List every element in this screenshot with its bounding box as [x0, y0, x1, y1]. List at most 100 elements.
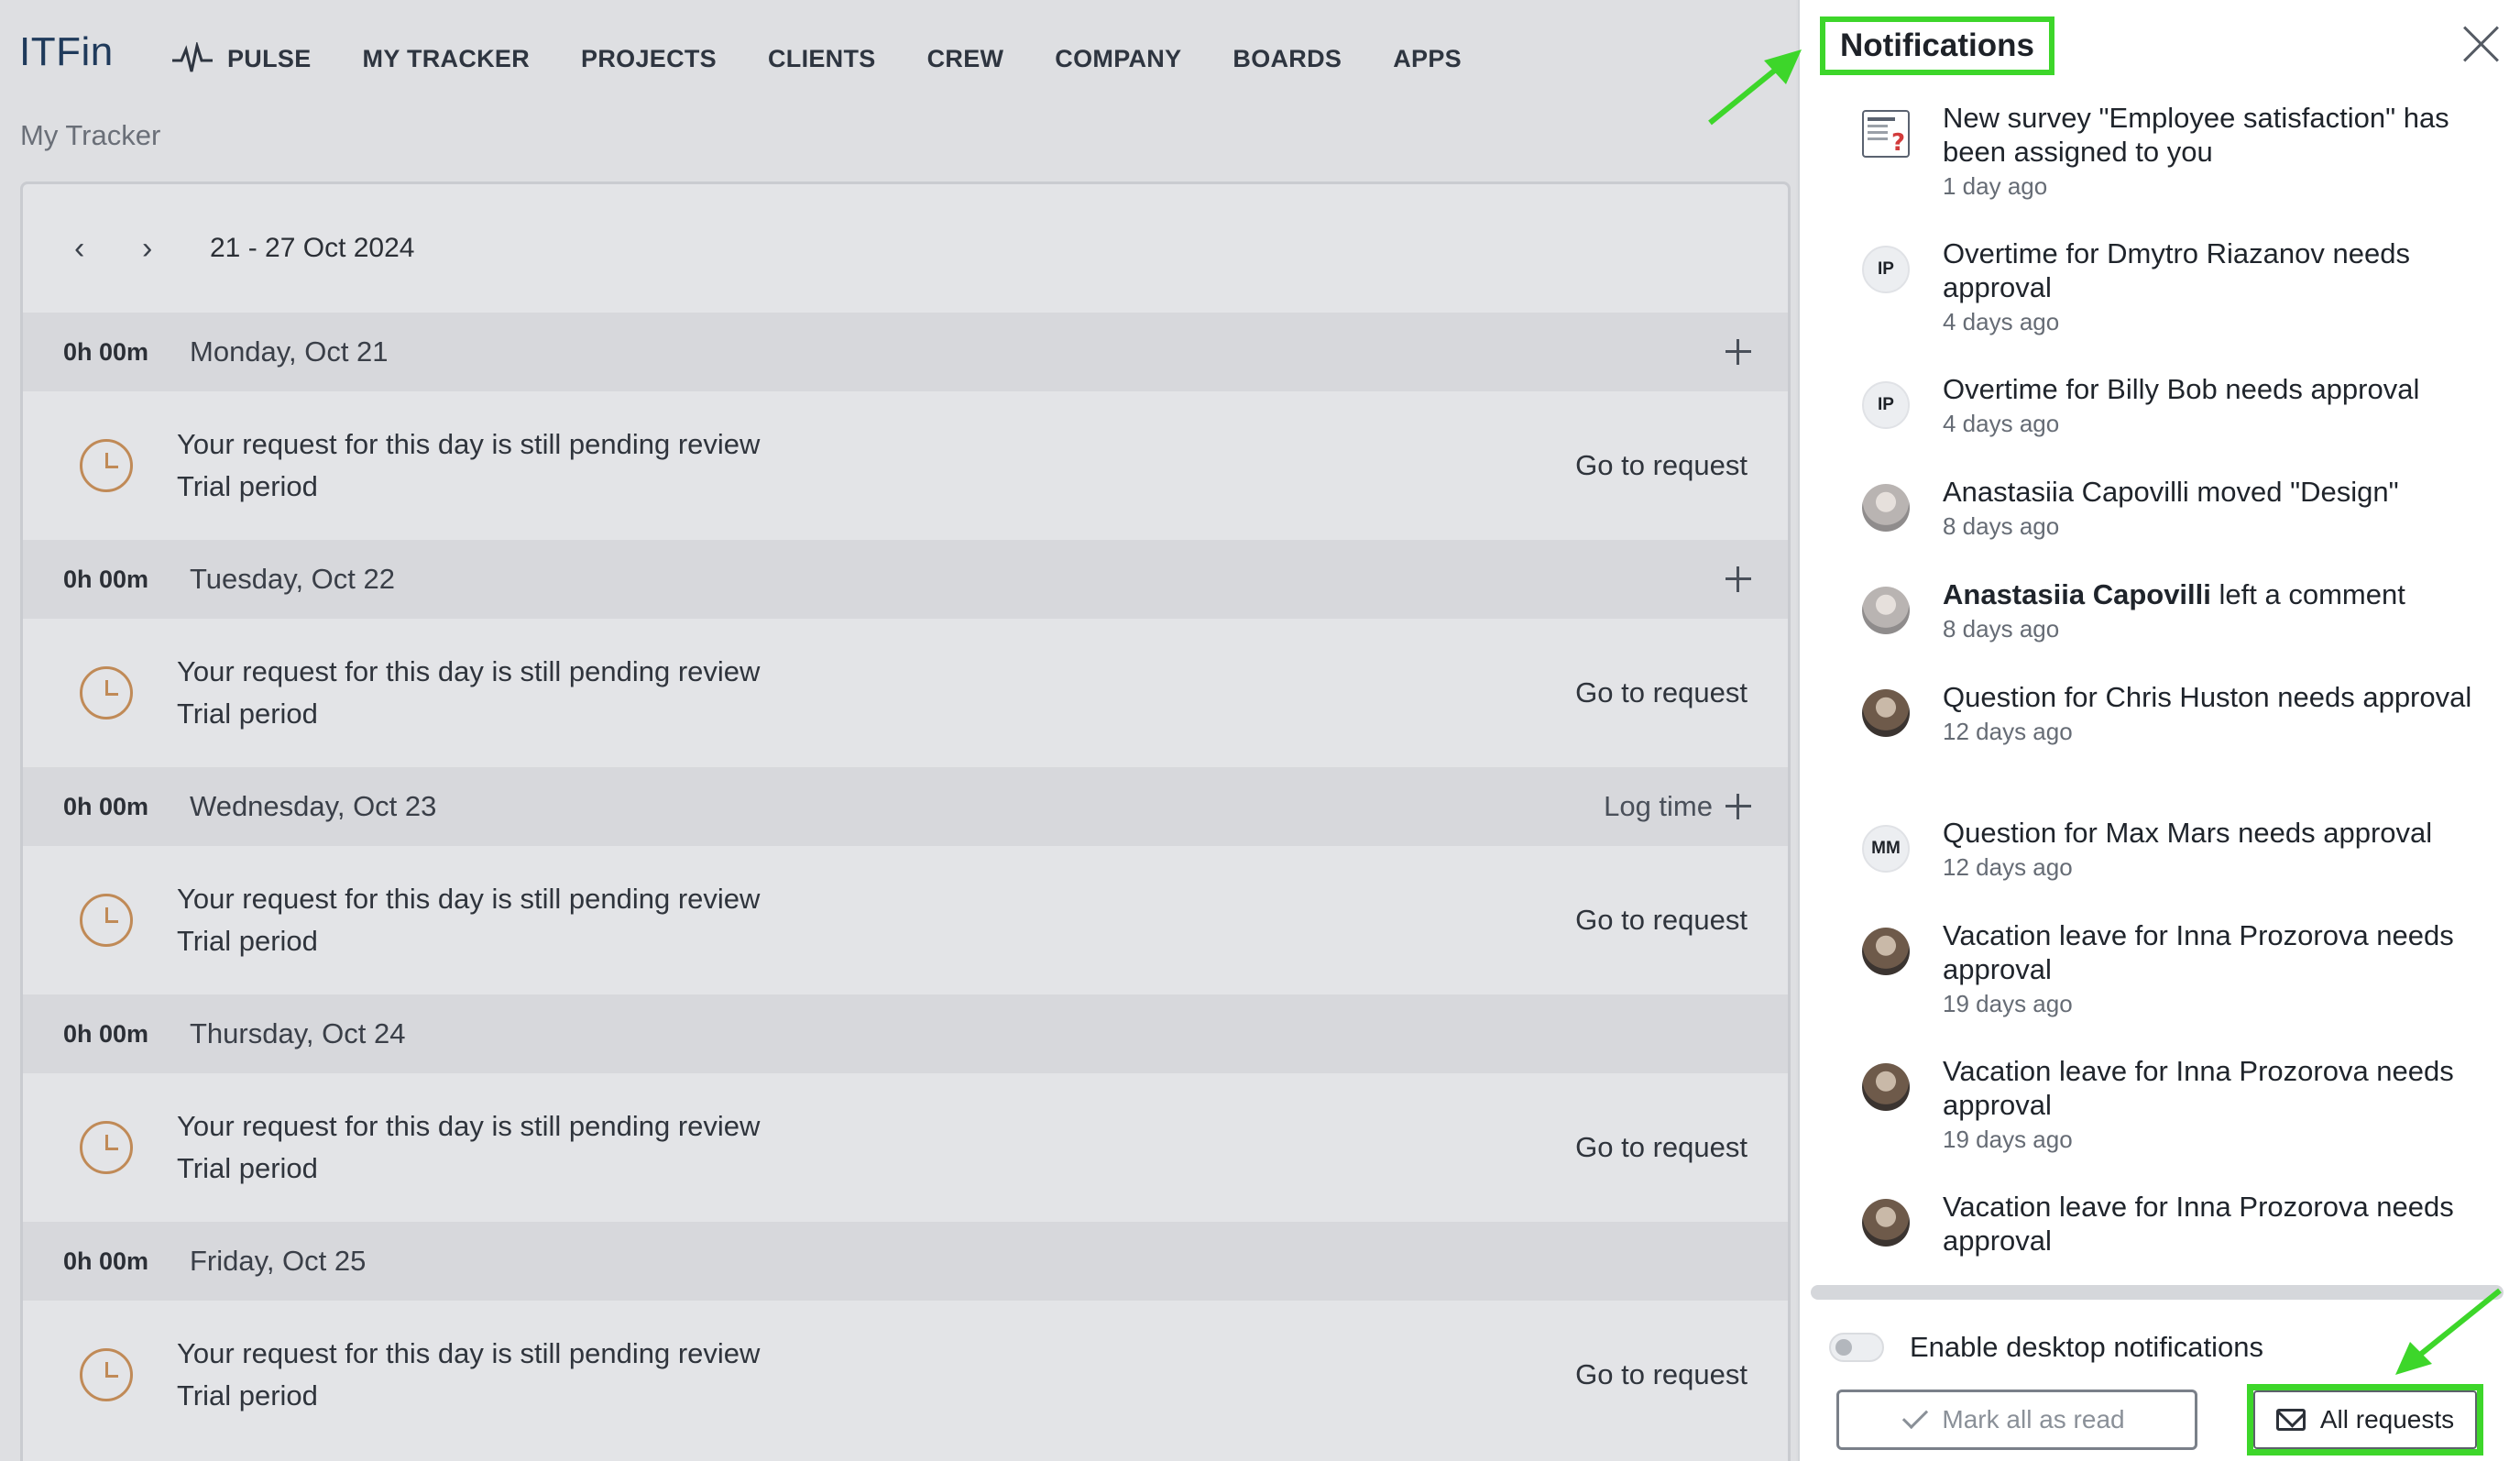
go-to-request-link[interactable]: Go to request [1575, 1358, 1748, 1391]
notification-body: Overtime for Dmytro Riazanov needs appro… [1943, 236, 2483, 372]
notification-author: Anastasiia Capovilli [1943, 578, 2211, 610]
nav-item-clients[interactable]: CLIENTS [768, 45, 876, 73]
notification-item[interactable]: MM Question for Max Mars needs approval 12… [1800, 816, 2520, 918]
envelope-icon [2275, 1409, 2306, 1431]
pending-message: Your request for this day is still pendi… [177, 878, 760, 962]
avatar [1862, 1063, 1910, 1111]
day-total: 0h 00m [63, 337, 149, 366]
top-navigation: ITFin PULSE MY TRACKER PROJECTS CLIENTS … [0, 0, 1796, 119]
svg-text:?: ? [1891, 129, 1905, 156]
nav-item-apps[interactable]: APPS [1393, 45, 1462, 73]
notification-item[interactable]: IP Overtime for Billy Bob needs approval 4… [1800, 372, 2520, 475]
pending-text: Your request for this day is still pendi… [177, 428, 761, 460]
day-pending-request: Your request for this day is still pendi… [23, 1073, 1788, 1222]
pending-message: Your request for this day is still pendi… [177, 1105, 760, 1190]
tracker-card: ‹ › 21 - 27 Oct 2024 0h 00m Monday, Oct 2… [20, 181, 1791, 1461]
day-total: 0h 00m [63, 565, 149, 593]
checkmark-icon [1902, 1402, 1929, 1430]
mark-all-read-button[interactable]: Mark all as read [1836, 1390, 2197, 1450]
close-icon[interactable] [2461, 24, 2502, 64]
notification-list: ? New survey "Employee satisfaction" has … [1800, 101, 2520, 1274]
day-total: 0h 00m [63, 1019, 149, 1048]
day-name: Tuesday, Oct 22 [190, 563, 395, 595]
chevron-left-icon[interactable]: ‹ [74, 233, 142, 264]
day-list: 0h 00m Monday, Oct 21 Your request for thi… [23, 313, 1788, 1449]
go-to-request-link[interactable]: Go to request [1575, 904, 1748, 937]
notification-item[interactable]: ? New survey "Employee satisfaction" has … [1800, 101, 2520, 236]
day-header: 0h 00m Thursday, Oct 24 [23, 994, 1788, 1073]
notification-body: Vacation leave for Inna Prozorova needs … [1943, 1054, 2483, 1190]
log-time-button[interactable] [1713, 339, 1751, 365]
notification-body: Question for Max Mars needs approval 12 d… [1943, 816, 2483, 918]
notification-item[interactable]: Question for Chris Huston needs approval… [1800, 680, 2520, 816]
notification-title: Vacation leave for Inna Prozorova needs … [1943, 1055, 2454, 1121]
desktop-notifications-label: Enable desktop notifications [1910, 1331, 2264, 1363]
pending-text: Your request for this day is still pendi… [177, 655, 761, 687]
notification-item[interactable]: Vacation leave for Inna Prozorova needs … [1800, 1054, 2520, 1190]
day-name: Wednesday, Oct 23 [190, 790, 437, 822]
pending-reason: Trial period [177, 1379, 318, 1412]
notifications-panel: Notifications ? New survey "Employee sati… [1798, 0, 2520, 1461]
log-time-label: Log time [1604, 790, 1713, 822]
clock-icon [80, 894, 133, 947]
log-time-button[interactable]: Log time [1604, 790, 1751, 823]
notification-title: Anastasiia Capovilli left a comment [1943, 577, 2483, 611]
nav-item-pulse[interactable]: PULSE [172, 42, 312, 75]
notification-time: 1 day ago [1943, 172, 2048, 200]
nav-item-projects[interactable]: PROJECTS [581, 45, 717, 73]
all-requests-button[interactable]: All requests [2253, 1390, 2477, 1449]
notification-body: Vacation leave for Inna Prozorova needs … [1943, 1190, 2483, 1274]
pending-text: Your request for this day is still pendi… [177, 1337, 761, 1369]
log-time-button[interactable] [1713, 566, 1751, 592]
all-requests-highlight: All requests [2247, 1384, 2483, 1456]
notification-item[interactable]: Anastasiia Capovilli moved "Design" 8 day… [1800, 475, 2520, 577]
notification-body: Anastasiia Capovilli moved "Design" 8 day… [1943, 475, 2483, 577]
avatar [1862, 587, 1910, 634]
avatar [1862, 1199, 1910, 1247]
notification-body: Question for Chris Huston needs approval… [1943, 680, 2483, 816]
nav-item-my-tracker[interactable]: MY TRACKER [363, 45, 531, 73]
week-navigator: ‹ › 21 - 27 Oct 2024 [23, 184, 1788, 313]
nav-item-crew[interactable]: CREW [927, 45, 1004, 73]
avatar: IP [1862, 246, 1910, 293]
avatar [1862, 928, 1910, 975]
day-pending-request: Your request for this day is still pendi… [23, 1301, 1788, 1449]
notification-body: Overtime for Billy Bob needs approval 4 d… [1943, 372, 2483, 475]
avatar: IP [1862, 381, 1910, 429]
notification-time: 8 days ago [1943, 512, 2060, 540]
go-to-request-link[interactable]: Go to request [1575, 1131, 1748, 1164]
day-header: 0h 00m Tuesday, Oct 22 [23, 540, 1788, 619]
notification-item[interactable]: IP Overtime for Dmytro Riazanov needs app… [1800, 236, 2520, 372]
pulse-icon [172, 42, 213, 72]
day-total: 0h 00m [63, 792, 149, 820]
notification-item[interactable]: Vacation leave for Inna Prozorova needs … [1800, 1190, 2520, 1274]
notification-title: Question for Chris Huston needs approval [1943, 681, 2472, 713]
day-name: Thursday, Oct 24 [190, 1017, 406, 1049]
main-app: ITFin PULSE MY TRACKER PROJECTS CLIENTS … [0, 0, 1796, 1461]
app-logo[interactable]: ITFin [19, 29, 114, 75]
plus-icon [1726, 339, 1751, 365]
plus-icon [1726, 794, 1751, 819]
notification-body: Vacation leave for Inna Prozorova needs … [1943, 918, 2483, 1054]
notification-title: Question for Max Mars needs approval [1943, 817, 2433, 849]
pending-message: Your request for this day is still pendi… [177, 423, 760, 508]
notification-item[interactable]: Vacation leave for Inna Prozorova needs … [1800, 918, 2520, 1054]
plus-icon [1726, 566, 1751, 592]
notification-item[interactable]: Anastasiia Capovilli left a comment 8 day… [1800, 577, 2520, 680]
desktop-notifications-toggle[interactable] [1829, 1333, 1884, 1362]
avatar-initials: IP [1878, 259, 1894, 279]
go-to-request-link[interactable]: Go to request [1575, 676, 1748, 709]
clock-icon [80, 1348, 133, 1401]
notification-time: 19 days ago [1943, 990, 2073, 1017]
go-to-request-link[interactable]: Go to request [1575, 449, 1748, 482]
week-range: 21 - 27 Oct 2024 [210, 233, 415, 263]
mark-all-read-label: Mark all as read [1942, 1405, 2125, 1434]
chevron-right-icon[interactable]: › [142, 233, 210, 264]
pending-reason: Trial period [177, 1152, 318, 1184]
day-pending-request: Your request for this day is still pendi… [23, 846, 1788, 994]
horizontal-scrollbar[interactable] [1811, 1285, 2504, 1300]
notification-title: New survey "Employee satisfaction" has b… [1943, 102, 2449, 168]
nav-item-company[interactable]: COMPANY [1055, 45, 1181, 73]
pending-reason: Trial period [177, 470, 318, 502]
nav-item-boards[interactable]: BOARDS [1233, 45, 1342, 73]
